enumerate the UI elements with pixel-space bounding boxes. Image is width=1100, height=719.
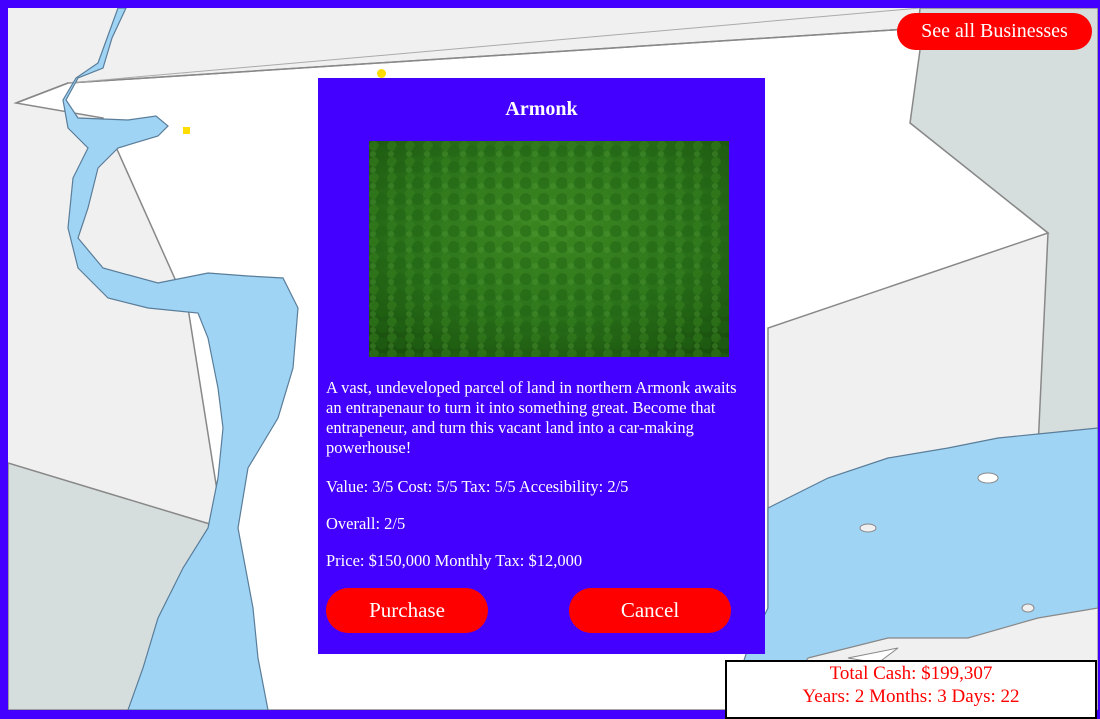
see-all-businesses-button[interactable]: See all Businesses: [897, 13, 1092, 50]
forest-aerial-photo: [369, 141, 729, 357]
property-title: Armonk: [505, 98, 578, 120]
status-panel: Total Cash: $199,307 Years: 2 Months: 3 …: [725, 660, 1097, 719]
purchase-button[interactable]: Purchase: [326, 588, 488, 633]
property-overall: Overall: 2/5: [326, 514, 406, 533]
property-dialog: Armonk A vast, undeveloped parcel of lan…: [318, 78, 765, 654]
game-date: Years: 2 Months: 3 Days: 22: [802, 686, 1020, 707]
map-marker[interactable]: [377, 69, 386, 78]
property-ratings: Value: 3/5 Cost: 5/5 Tax: 5/5 Accesibili…: [326, 477, 629, 496]
total-cash: Total Cash: $199,307: [829, 663, 993, 684]
map-marker[interactable]: [183, 127, 190, 134]
property-description: A vast, undeveloped parcel of land in no…: [326, 378, 737, 457]
property-price: Price: $150,000 Monthly Tax: $12,000: [326, 551, 583, 570]
cancel-button[interactable]: Cancel: [569, 588, 731, 633]
